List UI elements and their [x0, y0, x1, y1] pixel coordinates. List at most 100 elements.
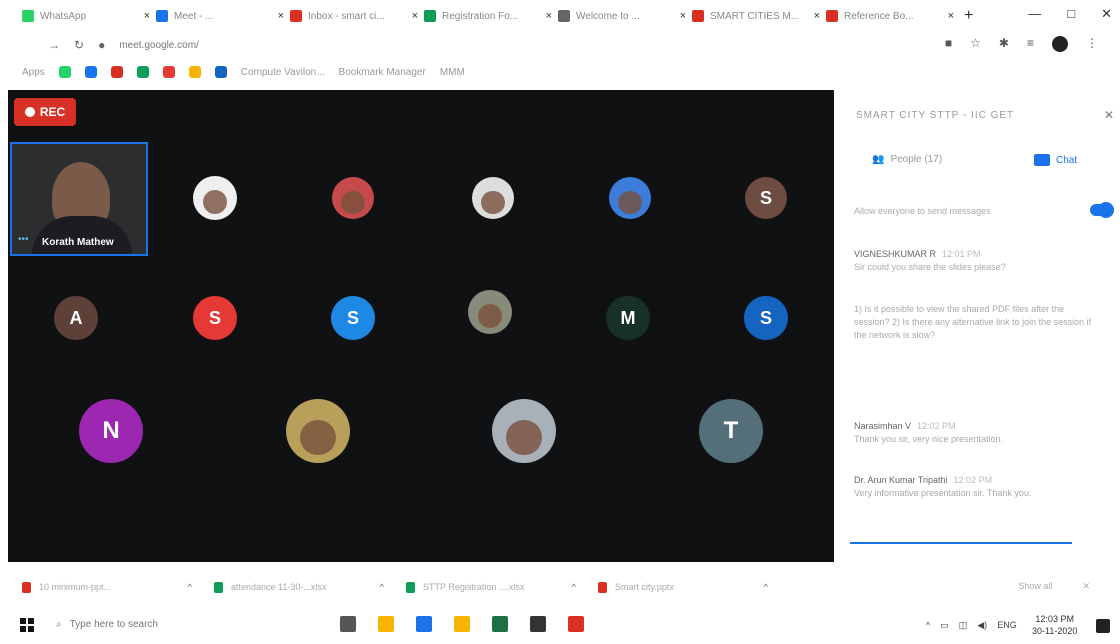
close-downloads-icon[interactable]: ✕: [1082, 581, 1090, 592]
rec-label: REC: [39, 105, 66, 119]
language-indicator[interactable]: ENG: [997, 620, 1017, 631]
speaker-tile[interactable]: ••• Korath Mathew: [10, 142, 148, 256]
download-item[interactable]: STTP Registration ....xlsx ^: [406, 581, 576, 593]
browser-tab[interactable]: Reference Bo... ×: [826, 4, 954, 28]
download-name: attendance 11-30-...xlsx: [231, 582, 327, 592]
chat-message: Dr. Arun Kumar Tripathi 12:02 PM Very info…: [854, 474, 1094, 500]
opera-icon[interactable]: [162, 66, 175, 78]
participant-initial-avatar[interactable]: N: [79, 399, 143, 463]
taskbar-search[interactable]: ⌕ Type here to search: [56, 619, 158, 630]
notification-icon[interactable]: [1096, 619, 1110, 633]
new-tab-button[interactable]: +: [964, 7, 973, 25]
media-icon[interactable]: ≡: [1027, 36, 1034, 52]
whatsapp-icon[interactable]: [58, 66, 71, 78]
chevron-up-icon[interactable]: ^: [764, 582, 768, 592]
taskbar-app-icon[interactable]: [416, 616, 432, 632]
chat-tab-label: Chat: [1056, 154, 1078, 166]
participant-initial-avatar[interactable]: S: [193, 296, 237, 340]
download-item[interactable]: 10 minimum-ppt... ^: [22, 581, 192, 593]
show-all-downloads[interactable]: Show all: [1018, 581, 1052, 592]
download-name: Smart city.pptx: [615, 582, 674, 592]
message-toggle[interactable]: [1090, 202, 1114, 218]
participant-photo-avatar[interactable]: [193, 176, 237, 220]
profile-avatar[interactable]: [1052, 36, 1068, 52]
browser-tab[interactable]: Welcome to ... ×: [558, 4, 686, 28]
message-text: 1) Is it possible to view the shared PDF…: [854, 304, 1092, 340]
maximize-button[interactable]: □: [1067, 6, 1075, 22]
chevron-up-icon[interactable]: ^: [380, 582, 384, 592]
star-icon[interactable]: ☆: [970, 36, 981, 52]
chevron-up-icon[interactable]: ^: [572, 582, 576, 592]
tab-title: Registration Fo...: [442, 10, 519, 22]
extensions-icon[interactable]: ✱: [999, 36, 1009, 52]
browser-tab[interactable]: WhatsApp ×: [22, 4, 150, 28]
taskbar-app-icon[interactable]: [492, 616, 508, 632]
download-item[interactable]: attendance 11-30-...xlsx ^: [214, 581, 384, 593]
bookmark-compute[interactable]: Compute Vavilon...: [241, 67, 325, 78]
bookmark-icon[interactable]: [84, 66, 97, 78]
taskbar-app-icon[interactable]: [568, 616, 584, 632]
gmail-icon[interactable]: [110, 66, 123, 78]
bookmark-manager[interactable]: Bookmark Manager: [339, 67, 426, 78]
close-window-button[interactable]: ✕: [1101, 6, 1112, 22]
chevron-up-icon[interactable]: ^: [188, 582, 192, 592]
battery-icon[interactable]: ▭: [940, 620, 949, 631]
file-icon: [598, 581, 607, 593]
message-input-underline[interactable]: [850, 542, 1072, 544]
close-tab-icon[interactable]: ×: [814, 10, 820, 22]
taskbar-app-icon[interactable]: [454, 616, 470, 632]
close-tab-icon[interactable]: ×: [948, 10, 954, 22]
participant-initial-avatar[interactable]: S: [331, 296, 375, 340]
browser-tab[interactable]: Registration Fo... ×: [424, 4, 552, 28]
taskbar-app-icon[interactable]: [530, 616, 546, 632]
minimize-button[interactable]: —: [1028, 6, 1041, 22]
search-icon: ⌕: [56, 619, 62, 630]
browser-tab[interactable]: Meet - ... ×: [156, 4, 284, 28]
close-panel-icon[interactable]: ✕: [1104, 108, 1114, 122]
participant-initial-avatar[interactable]: T: [699, 399, 763, 463]
participant-photo-avatar[interactable]: [472, 177, 514, 219]
browser-tab[interactable]: Inbox - smart ci... ×: [290, 4, 418, 28]
recording-badge: REC: [14, 98, 76, 126]
taskbar-app-icon[interactable]: [340, 616, 356, 632]
participant-photo-avatar[interactable]: [609, 177, 651, 219]
participant-initial-avatar[interactable]: A: [54, 296, 98, 340]
clock[interactable]: 12:03 PM 30-11-2020: [1032, 613, 1077, 637]
menu-icon[interactable]: ⋮: [1086, 36, 1098, 52]
network-icon[interactable]: ◫: [959, 620, 968, 631]
reload-icon[interactable]: ↻: [74, 38, 84, 52]
chat-message: VIGNESHKUMAR R 12:01 PM Sir could you shar…: [854, 248, 1094, 274]
message-sender: Narasimhan V: [854, 421, 912, 431]
close-tab-icon[interactable]: ×: [278, 10, 284, 22]
chevron-up-icon[interactable]: ^: [926, 620, 930, 631]
participant-photo-avatar[interactable]: [492, 399, 556, 463]
participant-initial-avatar[interactable]: S: [745, 177, 787, 219]
site-icon[interactable]: [214, 66, 227, 78]
close-tab-icon[interactable]: ×: [680, 10, 686, 22]
tab-chat[interactable]: Chat: [1034, 154, 1077, 166]
close-tab-icon[interactable]: ×: [546, 10, 552, 22]
downloads-bar: 10 minimum-ppt... ^ attendance 11-30-...xl…: [0, 572, 1120, 602]
people-icon: 👥: [872, 154, 885, 165]
participant-initial-avatar[interactable]: S: [744, 296, 788, 340]
browser-tab[interactable]: SMART CITIES M... ×: [692, 4, 820, 28]
close-tab-icon[interactable]: ×: [144, 10, 150, 22]
tab-people[interactable]: 👥 People (17): [872, 154, 942, 165]
participant-photo-avatar[interactable]: [468, 290, 512, 334]
volume-icon[interactable]: ◀): [977, 620, 987, 631]
participant-photo-avatar[interactable]: [286, 399, 350, 463]
forms-icon[interactable]: [136, 66, 149, 78]
url-field[interactable]: meet.google.com/: [119, 40, 199, 51]
download-item[interactable]: Smart city.pptx ^: [598, 581, 768, 593]
forward-icon[interactable]: →: [48, 38, 60, 52]
camera-icon[interactable]: ■: [945, 36, 952, 52]
bookmark-mmm[interactable]: MMM: [440, 67, 465, 78]
tab-favicon: [558, 10, 570, 22]
drive-icon[interactable]: [188, 66, 201, 78]
participant-initial-avatar[interactable]: M: [606, 296, 650, 340]
close-tab-icon[interactable]: ×: [412, 10, 418, 22]
windows-start-icon[interactable]: [20, 618, 34, 632]
participant-photo-avatar[interactable]: [332, 177, 374, 219]
taskbar-app-icon[interactable]: [378, 616, 394, 632]
apps-shortcut[interactable]: Apps: [22, 67, 45, 78]
